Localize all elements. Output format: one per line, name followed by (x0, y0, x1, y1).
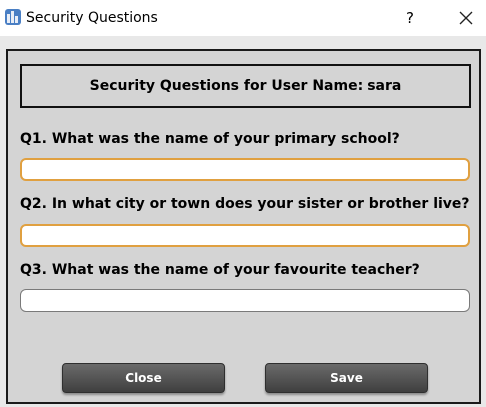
help-button[interactable]: ? (398, 6, 422, 30)
question-3-answer-input[interactable] (20, 289, 470, 312)
question-2-answer-input[interactable] (20, 224, 470, 247)
window-close-button[interactable] (454, 6, 478, 30)
header-username: sara (367, 78, 402, 94)
question-1-answer-input[interactable] (20, 158, 470, 181)
close-icon (459, 11, 473, 25)
dialog-client-area: Security Questions for User Name: sara Q1… (0, 36, 486, 407)
header-box: Security Questions for User Name: sara (20, 64, 471, 108)
question-3-label: Q3. What was the name of your favourite … (20, 262, 420, 278)
title-bar: Security Questions ? (0, 0, 486, 36)
close-button[interactable]: Close (62, 363, 225, 393)
security-questions-panel: Security Questions for User Name: sara Q1… (6, 49, 481, 404)
window-title: Security Questions (26, 10, 158, 26)
question-2-label: Q2. In what city or town does your siste… (20, 196, 470, 212)
app-icon (5, 9, 21, 25)
question-1-label: Q1. What was the name of your primary sc… (20, 131, 400, 147)
header-text: Security Questions for User Name: (89, 78, 364, 94)
save-button[interactable]: Save (265, 363, 428, 393)
